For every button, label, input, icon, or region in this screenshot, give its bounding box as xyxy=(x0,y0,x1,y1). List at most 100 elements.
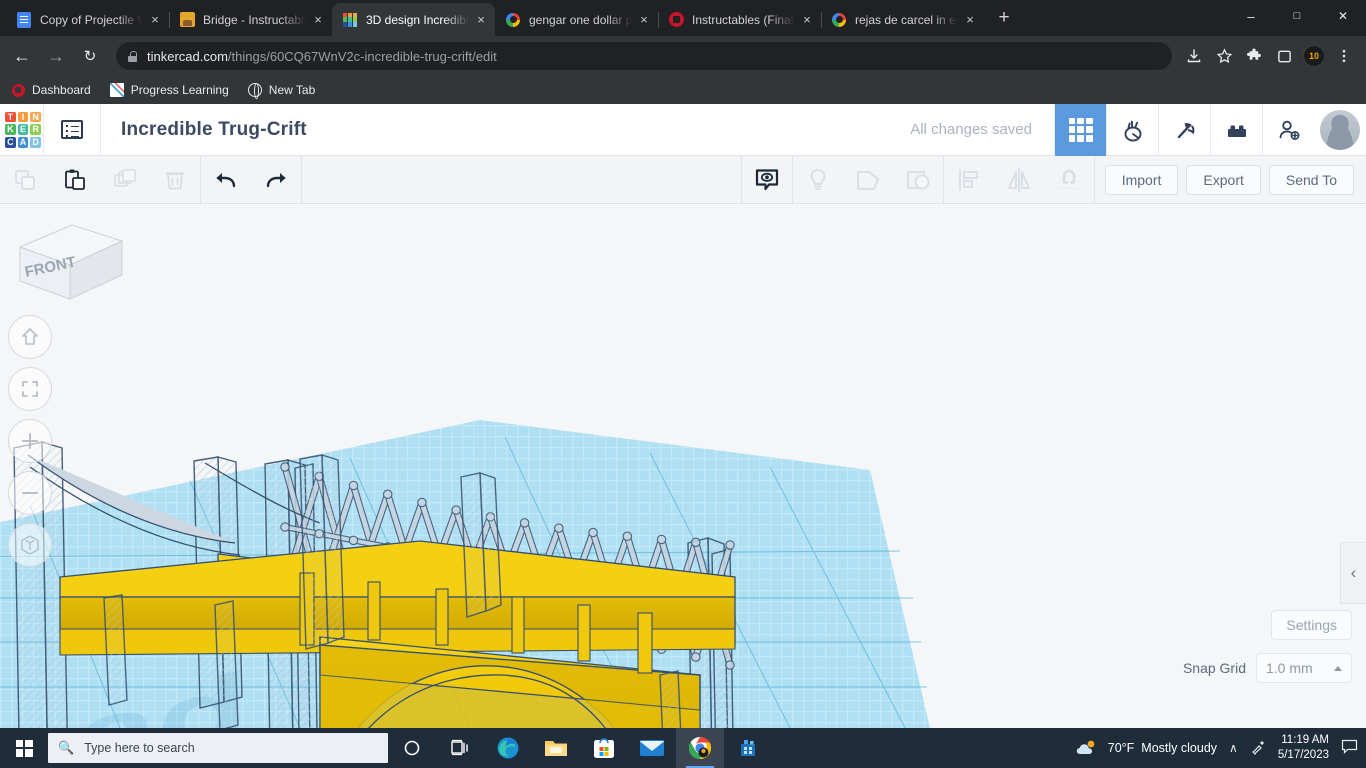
lock-icon xyxy=(128,51,137,62)
tinkercad-logo[interactable]: TINKERCAD xyxy=(3,110,43,150)
align-icon[interactable] xyxy=(944,156,994,204)
bookmark-dashboard[interactable]: Dashboard xyxy=(10,82,91,98)
task-view-icon[interactable] xyxy=(436,728,484,768)
search-placeholder: Type here to search xyxy=(84,741,194,755)
notification-icon[interactable] xyxy=(1341,739,1358,757)
weather-widget[interactable]: 70°F Mostly cloudy xyxy=(1075,737,1217,759)
browser-tab[interactable]: rejas de carcel in engli × xyxy=(821,3,984,36)
bookmark-progress-learning[interactable]: Progress Learning xyxy=(109,82,229,98)
system-tray: 70°F Mostly cloudy ∧ 11:19 AM 5/17/2023 xyxy=(1075,733,1366,763)
add-person-icon[interactable] xyxy=(1262,104,1314,156)
forward-button[interactable]: → xyxy=(42,42,70,70)
clock-date: 5/17/2023 xyxy=(1278,748,1329,763)
logo-tile-i: I xyxy=(18,112,29,123)
snap-grid-select[interactable]: 1.0 mm xyxy=(1256,653,1352,683)
file-explorer-icon[interactable] xyxy=(532,728,580,768)
duplicate-icon[interactable] xyxy=(100,156,150,204)
chrome-icon[interactable] xyxy=(676,728,724,768)
minecraft-pickaxe-icon[interactable] xyxy=(1158,104,1210,156)
tab-close-icon[interactable]: × xyxy=(147,12,163,28)
bookmark-new-tab[interactable]: New Tab xyxy=(247,82,315,98)
delete-icon[interactable] xyxy=(150,156,200,204)
start-button[interactable] xyxy=(0,728,48,768)
app-icon[interactable] xyxy=(724,728,772,768)
address-bar[interactable]: tinkercad.com/things/60CQ67WnV2c-incredi… xyxy=(116,42,1172,70)
logo-tile-r: R xyxy=(30,124,41,135)
workplane-magnet-icon[interactable] xyxy=(1044,156,1094,204)
group-icon[interactable] xyxy=(843,156,893,204)
ungroup-icon[interactable] xyxy=(893,156,943,204)
browser-tab[interactable]: gengar one dollar pain × xyxy=(495,3,658,36)
new-tab-button[interactable]: + xyxy=(990,5,1018,33)
browser-tab-active[interactable]: 3D design Incredible T × xyxy=(332,3,495,36)
window-close-button[interactable]: ✕ xyxy=(1320,0,1366,32)
google-icon xyxy=(831,12,847,28)
redo-icon[interactable] xyxy=(251,156,301,204)
install-icon[interactable] xyxy=(1180,42,1208,70)
edge-icon[interactable] xyxy=(484,728,532,768)
page-title[interactable]: Incredible Trug-Crift xyxy=(121,119,307,141)
microsoft-store-icon[interactable] xyxy=(580,728,628,768)
design-list-button[interactable] xyxy=(44,104,100,156)
import-button[interactable]: Import xyxy=(1105,165,1179,195)
clock[interactable]: 11:19 AM 5/17/2023 xyxy=(1278,733,1329,763)
cortana-circle-icon[interactable] xyxy=(388,728,436,768)
window-minimize-button[interactable]: – xyxy=(1228,0,1274,32)
tab-close-icon[interactable]: × xyxy=(636,12,652,28)
simulate-icon[interactable] xyxy=(1106,104,1158,156)
search-input[interactable]: 🔍 Type here to search xyxy=(48,733,388,763)
lego-brick-icon[interactable] xyxy=(1210,104,1262,156)
google-docs-icon xyxy=(16,12,32,28)
tab-title: Bridge - Instructables xyxy=(203,13,306,27)
panel-collapse-button[interactable]: ‹ xyxy=(1340,542,1366,604)
browser-tab[interactable]: Instructables (Final) × xyxy=(658,3,821,36)
tab-close-icon[interactable]: × xyxy=(310,12,326,28)
mail-icon[interactable] xyxy=(628,728,676,768)
mirror-icon[interactable] xyxy=(994,156,1044,204)
chrome-menu-icon[interactable] xyxy=(1330,42,1358,70)
view-cube[interactable]: FRONT xyxy=(10,219,130,314)
tab-close-icon[interactable]: × xyxy=(962,12,978,28)
tab-close-icon[interactable]: × xyxy=(473,12,489,28)
zoom-out-icon[interactable] xyxy=(8,471,52,515)
bookmark-label: Progress Learning xyxy=(131,83,229,97)
send-to-button[interactable]: Send To xyxy=(1269,165,1354,195)
divider xyxy=(100,104,101,156)
instructables-icon xyxy=(10,82,26,98)
profile-icon[interactable]: 10 xyxy=(1300,42,1328,70)
avatar[interactable] xyxy=(1320,110,1360,150)
copy-icon[interactable] xyxy=(0,156,50,204)
reload-button[interactable]: ↻ xyxy=(76,42,104,70)
home-view-icon[interactable] xyxy=(8,315,52,359)
zoom-in-icon[interactable] xyxy=(8,419,52,463)
bookmark-label: Dashboard xyxy=(32,83,91,97)
undo-icon[interactable] xyxy=(201,156,251,204)
browser-tab[interactable]: Bridge - Instructables × xyxy=(169,3,332,36)
sidepanel-icon[interactable] xyxy=(1270,42,1298,70)
bookmark-star-icon[interactable] xyxy=(1210,42,1238,70)
lightbulb-note-icon[interactable] xyxy=(793,156,843,204)
browser-tab[interactable]: Copy of Projectile Vide × xyxy=(6,3,169,36)
caret-up-icon xyxy=(1334,666,1342,671)
extensions-puzzle-icon[interactable] xyxy=(1240,42,1268,70)
back-button[interactable]: ← xyxy=(8,42,36,70)
logo-tile-e: E xyxy=(18,124,29,135)
paste-icon[interactable] xyxy=(50,156,100,204)
tab-close-icon[interactable]: × xyxy=(799,12,815,28)
view-controls xyxy=(8,315,52,575)
profile-badge: 10 xyxy=(1303,45,1325,67)
show-hidden-icons-button[interactable]: ∧ xyxy=(1229,741,1238,755)
show-hide-icon[interactable] xyxy=(742,156,792,204)
settings-button[interactable]: Settings xyxy=(1271,610,1352,640)
window-maximize-button[interactable]: □ xyxy=(1274,0,1320,32)
fit-view-icon[interactable] xyxy=(8,367,52,411)
export-button[interactable]: Export xyxy=(1186,165,1260,195)
tinkercad-app: TINKERCAD Incredible Trug-Crift All chan… xyxy=(0,104,1366,728)
3d-canvas[interactable]: cad xyxy=(0,205,1366,728)
orthographic-toggle-icon[interactable] xyxy=(8,523,52,567)
grid-glyph xyxy=(1069,118,1093,142)
windows-logo-icon xyxy=(16,740,33,757)
url-host: tinkercad.com xyxy=(147,49,228,64)
blocks-grid-icon[interactable] xyxy=(1054,104,1106,156)
pen-ink-icon[interactable] xyxy=(1250,739,1266,758)
